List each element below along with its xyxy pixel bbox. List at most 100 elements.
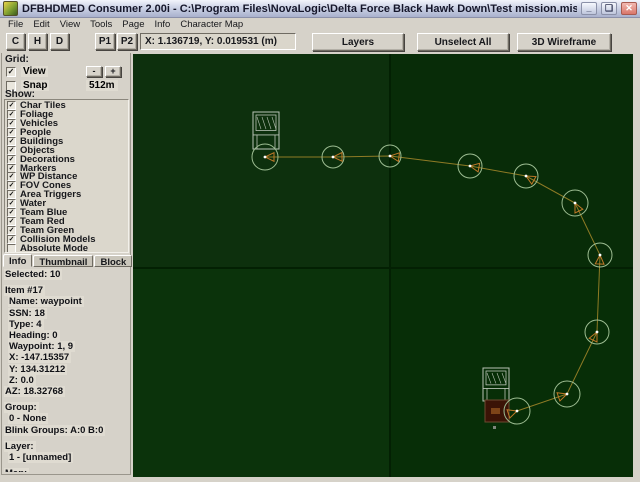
info-line: X: -147.15357 [4, 351, 130, 364]
info-line: Blink Groups: A:0 B:0 [4, 424, 130, 436]
wireframe-3d-button[interactable]: 3D Wireframe [517, 33, 611, 51]
app-icon [3, 1, 18, 16]
checkbox[interactable]: ✓ [7, 208, 16, 218]
waypoint-center-dot [515, 409, 519, 413]
tab-info[interactable]: Info [3, 254, 33, 267]
menu-edit[interactable]: Edit [28, 19, 54, 30]
menu-view[interactable]: View [55, 19, 85, 30]
grid-larger-button[interactable]: + [105, 66, 121, 77]
menu-info[interactable]: Info [149, 19, 175, 30]
panel-tabs: Info Thumbnail Block [3, 254, 133, 268]
checkbox[interactable] [7, 243, 16, 252]
info-line-text: X: -147.15357 [8, 352, 72, 364]
waypoint-center-dot [565, 392, 569, 396]
tab-block[interactable]: Block [94, 255, 133, 268]
info-line: Waypoint: 1, 9 [4, 340, 130, 353]
p2-button[interactable]: P2 [117, 33, 137, 50]
menu-bar: File Edit View Tools Page Info Character Map [0, 19, 640, 30]
checkbox[interactable]: ✓ [7, 154, 16, 164]
map-canvas[interactable] [133, 54, 633, 477]
info-line: Item #17 [4, 284, 130, 297]
show-list: ✓ Char Tiles ✓ Foliage ✓ Vehicles ✓ People ✓ Buil… [4, 99, 129, 253]
map-viewport[interactable] [133, 54, 633, 477]
restore-button[interactable]: ❏ [601, 2, 617, 15]
checkbox[interactable]: ✓ [7, 127, 16, 137]
waypoint-center-dot [595, 330, 599, 334]
menu-page[interactable]: Page [117, 19, 149, 30]
checkbox[interactable]: ✓ [7, 235, 16, 245]
checkbox[interactable]: ✓ [7, 136, 16, 146]
info-line: Heading: 0 [4, 329, 130, 342]
waypoint-center-dot [331, 155, 335, 159]
grid-section-label: Grid: [5, 54, 29, 65]
info-line-text: 0 - None [8, 413, 49, 425]
window-title: DFBHDMED Consumer 2.00i - C:\Program Fil… [22, 2, 577, 15]
title-bar: DFBHDMED Consumer 2.00i - C:\Program Fil… [0, 0, 640, 18]
left-panel: Grid: ✓ View - + Snap 512m Show: ✓ Char T… [1, 53, 133, 475]
info-line: 0 - None [4, 412, 130, 425]
info-line: Y: 134.31212 [4, 363, 130, 375]
checkbox[interactable]: ✓ [7, 100, 16, 110]
info-line: Type: 4 [4, 318, 130, 330]
checkbox[interactable]: ✓ [7, 163, 16, 173]
snap-size-value: 512m [86, 80, 118, 91]
info-line-text: Selected: 10 [4, 269, 63, 280]
menu-character-map[interactable]: Character Map [175, 19, 248, 30]
waypoint-center-dot [524, 174, 528, 178]
info-line: Name: waypoint [4, 295, 130, 308]
checkbox[interactable]: ✓ [7, 109, 16, 119]
info-line: Map: [4, 467, 130, 472]
c-button[interactable]: C [6, 33, 25, 50]
p1-button[interactable]: P1 [95, 33, 115, 50]
grid-smaller-button[interactable]: - [86, 66, 102, 77]
info-line: 1 - [unnamed] [4, 451, 130, 464]
info-line-text: AZ: 18.32768 [4, 386, 66, 398]
unselect-all-button[interactable]: Unselect All [417, 33, 509, 51]
info-line: Layer: [4, 440, 130, 452]
show-item-label: Absolute Mode [20, 242, 89, 253]
waypoint-center-dot [573, 201, 577, 205]
minimize-button[interactable]: _ [581, 2, 597, 15]
menu-file[interactable]: File [3, 19, 28, 30]
checkbox[interactable]: ✓ [7, 118, 16, 128]
map-quadrant [133, 54, 390, 268]
info-line-text: Blink Groups: A:0 B:0 [4, 424, 106, 436]
close-button[interactable]: ✕ [621, 2, 637, 15]
checkbox[interactable]: ✓ [7, 226, 16, 236]
grid-view-row: ✓ View [6, 66, 48, 77]
checkbox[interactable]: ✓ [7, 172, 16, 182]
map-quadrant [390, 268, 633, 477]
info-line: SSN: 18 [4, 307, 130, 319]
waypoint-center-dot [263, 155, 267, 159]
info-line-text: Name: waypoint [8, 296, 84, 308]
view-label: View [21, 66, 48, 77]
small-marker [493, 426, 496, 429]
info-line-text: Y: 134.31212 [8, 363, 68, 375]
h-button[interactable]: H [28, 33, 47, 50]
info-panel: Selected: 10 Item #17 Name: waypoint SSN: 1… [4, 268, 130, 472]
info-line: Group: [4, 401, 130, 414]
checkbox[interactable]: ✓ [7, 145, 16, 155]
tab-thumbnail[interactable]: Thumbnail [33, 255, 94, 268]
menu-tools[interactable]: Tools [85, 19, 117, 30]
waypoint-center-dot [598, 253, 602, 257]
checkbox[interactable]: ✓ [7, 217, 16, 227]
cursor-coordinates: X: 1.136719, Y: 0.019531 (m) [140, 33, 296, 50]
info-line: Selected: 10 [4, 268, 130, 280]
vehicle-cargo-detail [491, 408, 500, 414]
show-item-absolute-mode: Absolute Mode [7, 242, 128, 253]
d-button[interactable]: D [50, 33, 69, 50]
toolbar: C H D P1 P2 X: 1.136719, Y: 0.019531 (m)… [0, 30, 640, 53]
info-line-text: Map: [4, 468, 30, 472]
info-line: Z: 0.0 [4, 374, 130, 386]
info-line-text: SSN: 18 [8, 307, 47, 319]
info-line: AZ: 18.32768 [4, 385, 130, 398]
checkbox[interactable]: ✓ [7, 181, 16, 191]
checkbox[interactable]: ✓ [7, 190, 16, 200]
checkbox[interactable]: ✓ [7, 199, 16, 209]
view-checkbox[interactable]: ✓ [6, 66, 16, 77]
map-quadrant [133, 268, 390, 477]
waypoint-center-dot [468, 164, 472, 168]
layers-button[interactable]: Layers [312, 33, 404, 51]
info-line-text: 1 - [unnamed] [8, 452, 74, 464]
